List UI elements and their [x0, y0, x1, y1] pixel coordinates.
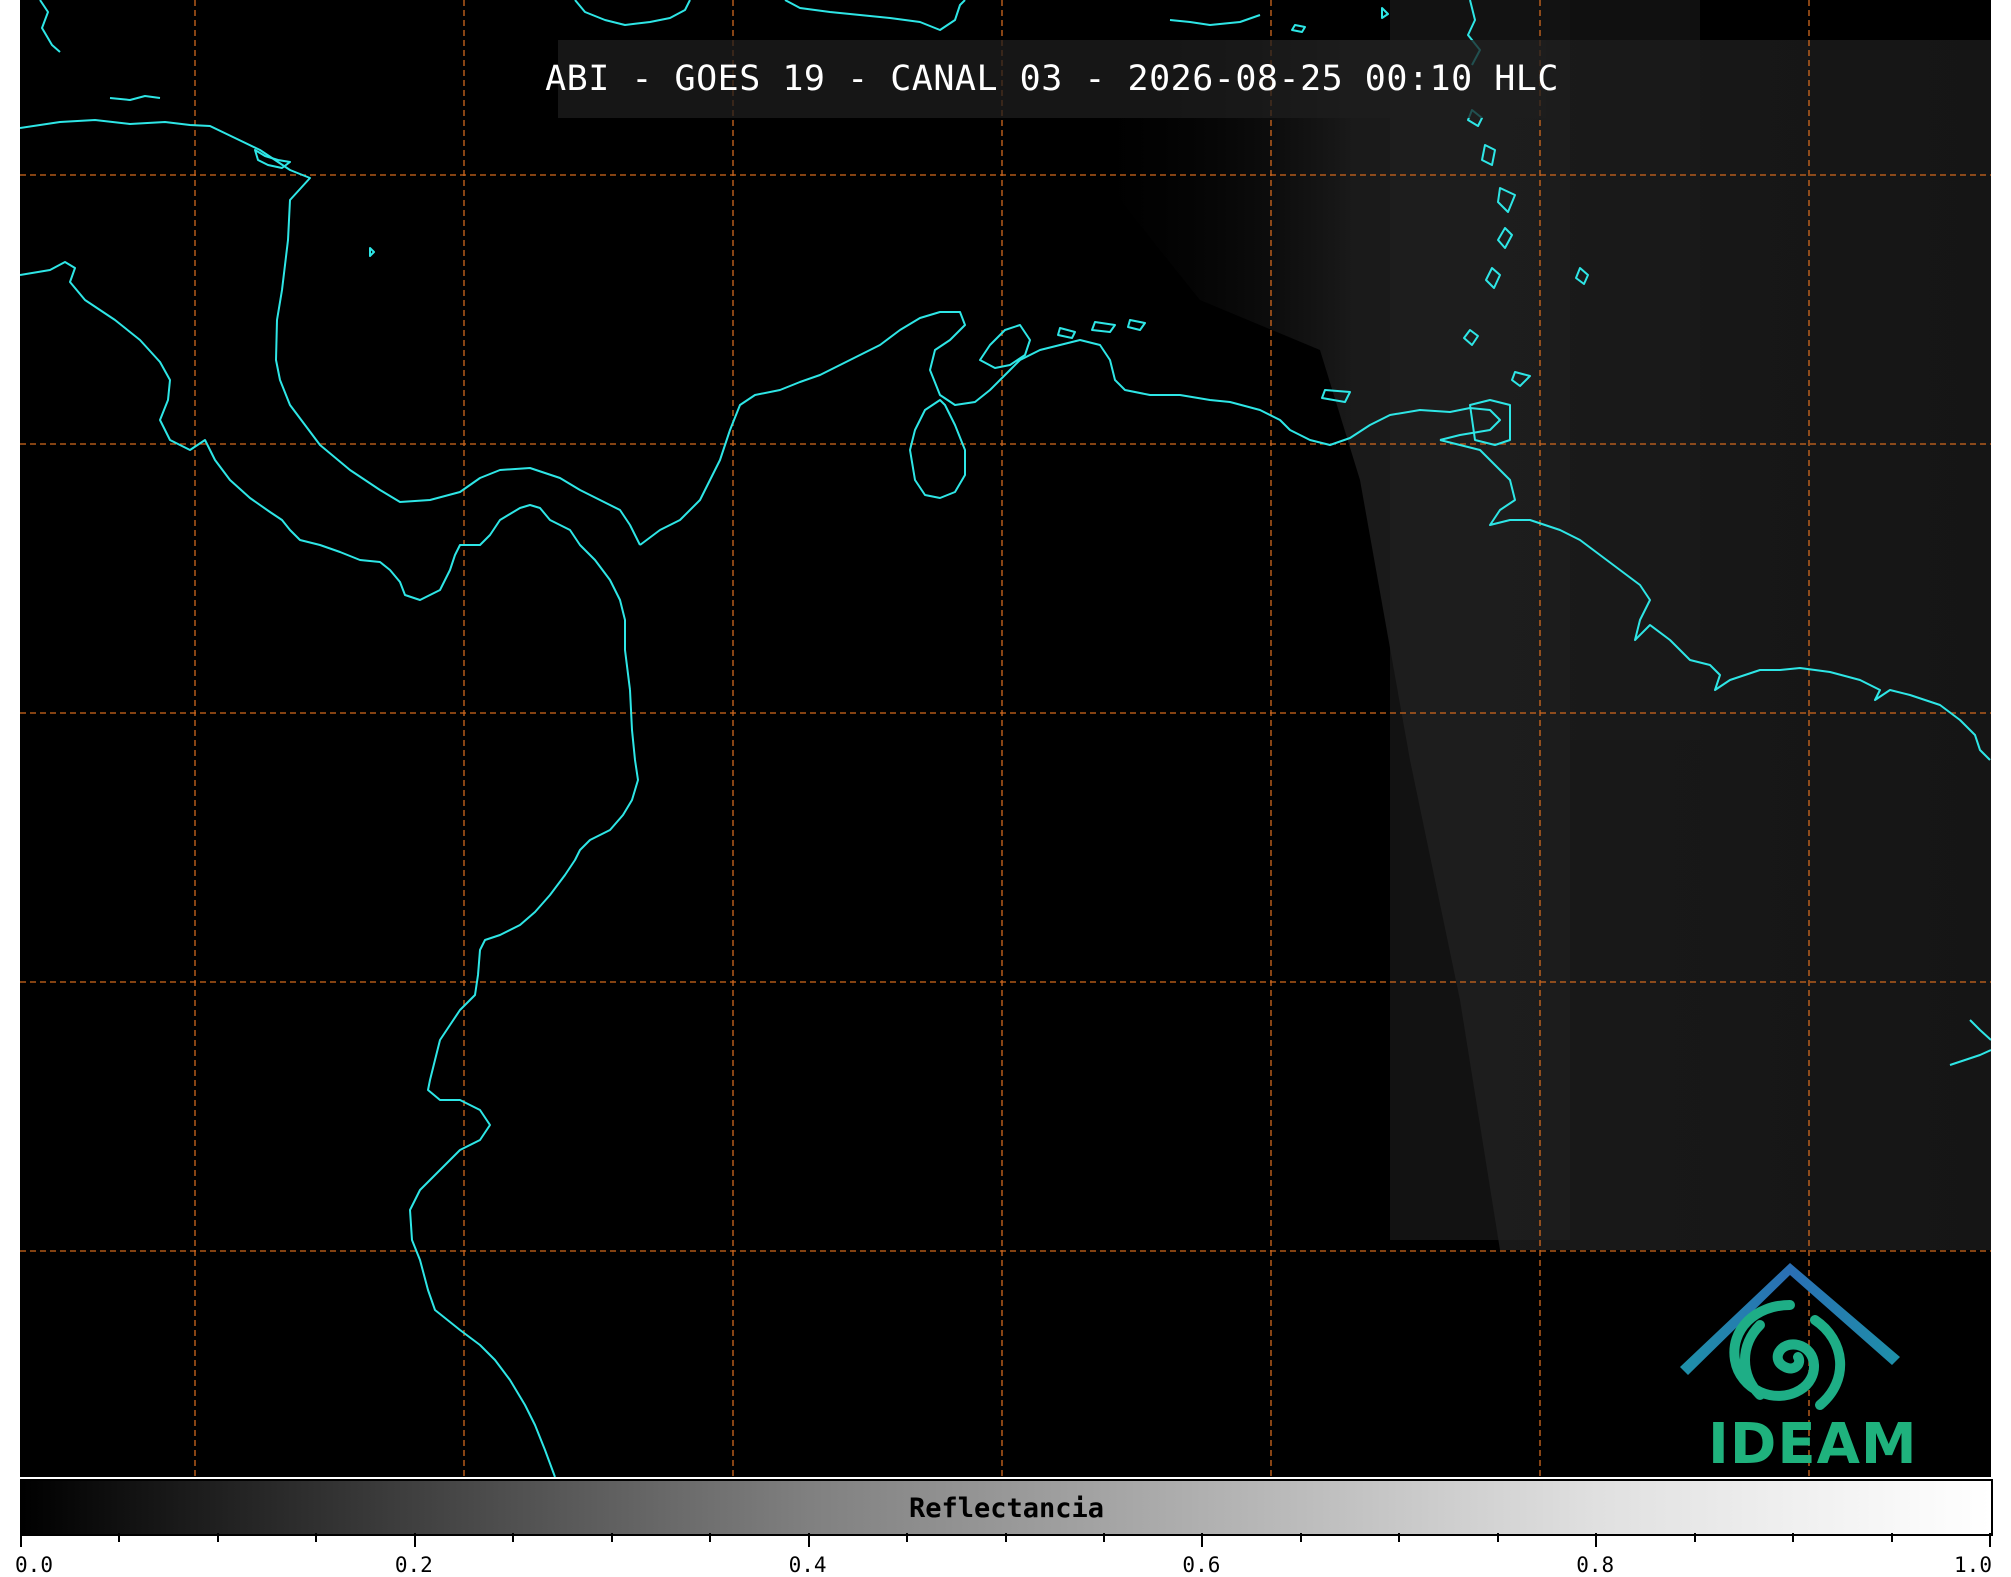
colorbar-minor-tick: [1102, 1533, 1105, 1542]
colorbar-minor-tick: [1792, 1533, 1795, 1542]
colorbar-tick-label: 1.0: [1954, 1553, 1992, 1577]
colorbar-ticks: 0.0 0.2 0.4 0.6 0.8 1.0: [15, 1533, 1993, 1577]
colorbar-minor-tick: [1693, 1533, 1696, 1542]
colorbar-tick-label: 0.6: [1182, 1553, 1221, 1577]
island-small-3: [109, 95, 161, 101]
satellite-map[interactable]: ABI - GOES 19 - CANAL 03 - 2026-08-25 00…: [20, 0, 1991, 1477]
coastline-virgin-islands: [1169, 14, 1261, 26]
logo-roof: [1680, 1263, 1900, 1375]
lake-maracaibo: [909, 399, 966, 499]
coastline-central-america-north: [20, 119, 641, 546]
colorbar-minor-tick: [1890, 1533, 1893, 1542]
coastline-central-america-pacific: [20, 261, 631, 691]
colorbar-minor-tick: [216, 1533, 219, 1542]
island-aruba: [1057, 327, 1076, 339]
island-small-4: [369, 247, 375, 257]
island-bonaire: [1127, 319, 1146, 331]
colorbar-minor-tick: [118, 1533, 121, 1542]
colorbar-minor-tick: [413, 1533, 416, 1547]
island-small-1: [1291, 24, 1306, 33]
colorbar-tick-label: 0.8: [1576, 1553, 1615, 1577]
colorbar-minor-tick: [1299, 1533, 1302, 1542]
colorbar-minor-tick: [1398, 1533, 1401, 1542]
colorbar-minor-tick: [1201, 1533, 1204, 1547]
colorbar-minor-tick: [315, 1533, 318, 1542]
colorbar-minor-tick: [709, 1533, 712, 1542]
colorbar-minor-tick: [1004, 1533, 1007, 1542]
island-curacao: [1091, 321, 1116, 333]
colorbar-minor-tick: [807, 1533, 810, 1547]
colorbar-tick-label: 0.4: [788, 1553, 827, 1577]
coastline-colombia-pacific: [409, 689, 639, 1477]
coastline-yucatan: [39, 0, 61, 53]
colorbar-minor-tick: [1595, 1533, 1598, 1547]
logo-spiral: [1729, 1300, 1846, 1410]
colorbar-minor-tick: [512, 1533, 515, 1542]
colorbar-minor-tick: [1989, 1533, 1991, 1547]
ideam-logo-text: IDEAM: [1708, 1412, 1918, 1477]
reflectance-band-2: [1570, 0, 1700, 740]
reflectance-band: [1390, 0, 1570, 1240]
colorbar-minor-tick: [610, 1533, 613, 1542]
coastline-puerto-rico: [784, 0, 966, 31]
colorbar-minor-tick: [906, 1533, 909, 1542]
island-small-2: [1381, 7, 1389, 19]
colorbar-minor-tick: [1496, 1533, 1499, 1542]
map-title: ABI - GOES 19 - CANAL 03 - 2026-08-25 00…: [545, 59, 1559, 99]
colorbar: Reflectancia: [20, 1479, 1993, 1536]
colorbar-tick-label: 0.0: [15, 1553, 53, 1577]
coastline-guajira: [979, 324, 1031, 369]
colorbar-tick-label: 0.2: [394, 1553, 433, 1577]
island-bay-islands: [254, 149, 291, 169]
colorbar-minor-tick: [20, 1533, 22, 1547]
coastline-hispaniola: [574, 0, 691, 26]
title-box: ABI - GOES 19 - CANAL 03 - 2026-08-25 00…: [545, 40, 1558, 118]
colorbar-label: Reflectancia: [908, 1493, 1105, 1524]
